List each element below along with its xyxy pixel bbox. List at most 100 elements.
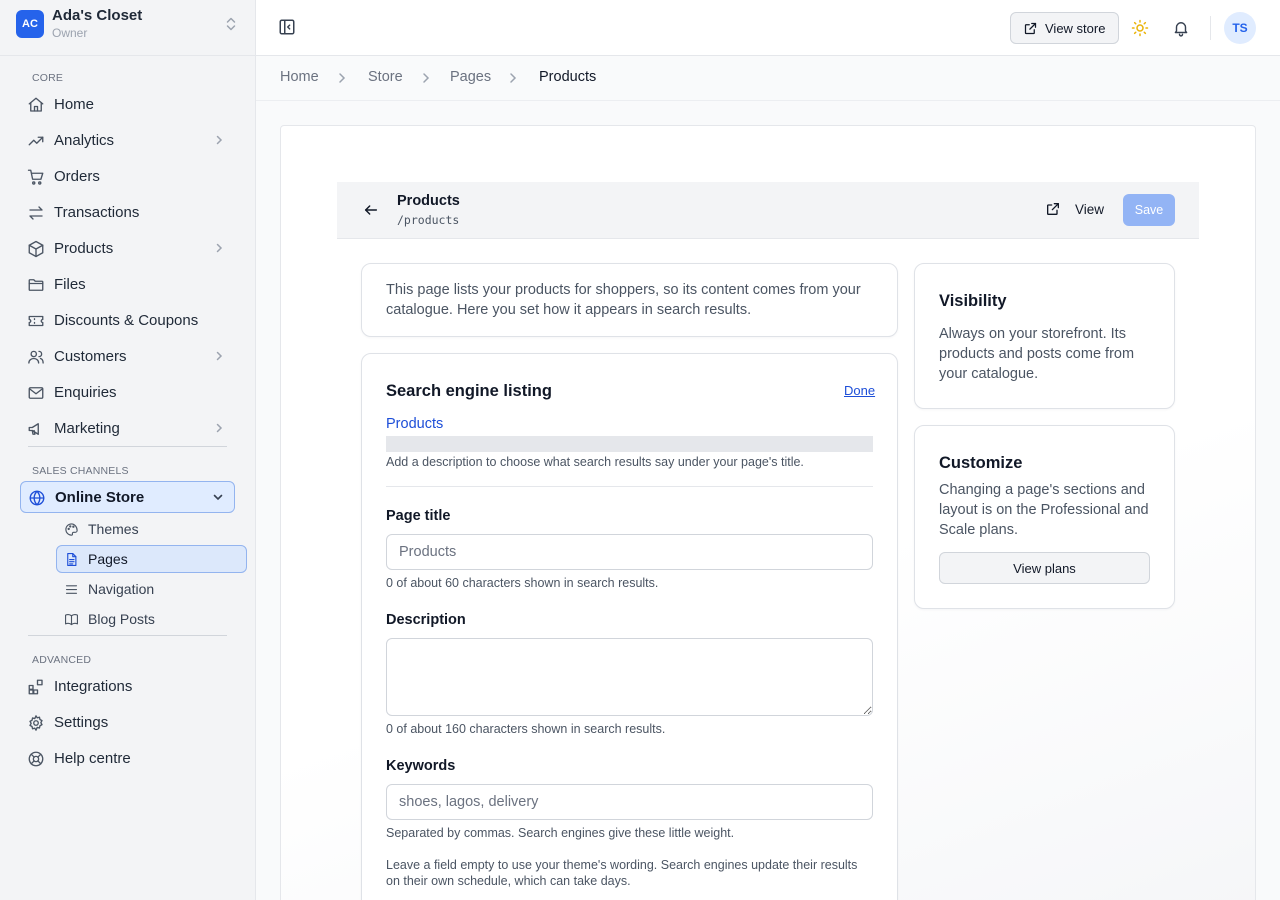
keywords-label: Keywords xyxy=(386,758,456,774)
trending-up-icon xyxy=(27,132,45,150)
breadcrumb-pages[interactable]: Pages xyxy=(450,69,491,85)
page-title-help: 0 of about 60 characters shown in search… xyxy=(386,576,659,590)
sidebar-item-files[interactable]: Files xyxy=(20,268,235,300)
page-header: Products /products View Save xyxy=(337,182,1199,239)
bell-icon[interactable] xyxy=(1172,19,1190,37)
view-plans-button[interactable]: View plans xyxy=(939,552,1150,584)
menu-lines-icon xyxy=(64,582,79,597)
folder-icon xyxy=(27,276,45,294)
sidebar-subitem-themes[interactable]: Themes xyxy=(56,515,247,543)
section-label-sales-channels: SALES CHANNELS xyxy=(32,465,129,477)
sidebar-item-discounts[interactable]: Discounts & Coupons xyxy=(20,304,235,336)
home-icon xyxy=(27,96,45,114)
chevron-right-icon xyxy=(508,72,518,84)
store-logo: AC xyxy=(16,10,44,38)
page-title: Products xyxy=(397,193,460,209)
sidebar-item-customers[interactable]: Customers xyxy=(20,340,235,372)
page-slug: /products xyxy=(397,213,460,227)
sidebar-subitem-navigation[interactable]: Navigation xyxy=(56,575,247,603)
sidebar-item-analytics[interactable]: Analytics xyxy=(20,124,235,156)
sun-icon[interactable] xyxy=(1131,19,1149,37)
chevron-right-icon xyxy=(213,134,225,146)
info-text: This page lists your products for shoppe… xyxy=(386,282,861,318)
blocks-icon xyxy=(27,678,45,696)
sidebar-subitem-blog-posts[interactable]: Blog Posts xyxy=(56,605,247,633)
view-store-button[interactable]: View store xyxy=(1010,12,1119,44)
sidebar-item-label: Products xyxy=(54,239,114,257)
seo-footer-note: Leave a field empty to use your theme's … xyxy=(386,858,858,888)
topbar: View store TS xyxy=(256,0,1280,56)
sidebar-item-products[interactable]: Products xyxy=(20,232,235,264)
description-textarea[interactable] xyxy=(386,638,873,716)
sidebar-item-home[interactable]: Home xyxy=(20,88,235,120)
chevron-right-icon xyxy=(213,242,225,254)
sidebar-subitem-label: Blog Posts xyxy=(88,611,155,627)
chevron-right-icon xyxy=(213,350,225,362)
megaphone-icon xyxy=(27,420,45,438)
done-link[interactable]: Done xyxy=(844,383,875,398)
sidebar-divider xyxy=(28,446,227,447)
box-icon xyxy=(27,240,45,258)
book-icon xyxy=(64,612,79,627)
customize-title: Customize xyxy=(939,454,1023,472)
search-preview-url-placeholder xyxy=(386,436,873,452)
cart-icon xyxy=(27,168,45,186)
sidebar-toggle-icon[interactable] xyxy=(278,18,296,36)
gear-icon xyxy=(27,714,45,732)
palette-icon xyxy=(64,522,79,537)
sidebar-item-label: Marketing xyxy=(54,419,120,437)
sidebar-item-label: Help centre xyxy=(54,749,131,767)
breadcrumb-home[interactable]: Home xyxy=(280,69,319,85)
sidebar-item-label: Orders xyxy=(54,167,100,185)
sidebar-subitem-label: Navigation xyxy=(88,581,155,597)
ticket-icon xyxy=(27,312,45,330)
avatar[interactable]: TS xyxy=(1224,12,1256,44)
page-title-label: Page title xyxy=(386,508,451,524)
description-help: 0 of about 160 characters shown in searc… xyxy=(386,722,666,736)
store-name: Ada's Closet xyxy=(52,7,143,24)
sidebar-item-orders[interactable]: Orders xyxy=(20,160,235,192)
customize-text: Changing a page's sections and layout is… xyxy=(939,482,1149,538)
keywords-input[interactable] xyxy=(386,784,873,820)
seo-card-title: Search engine listing xyxy=(386,382,552,400)
sidebar-item-label: Enquiries xyxy=(54,383,117,401)
chevron-up-down-icon xyxy=(224,16,238,32)
chevron-right-icon xyxy=(337,72,347,84)
globe-icon xyxy=(28,489,46,507)
breadcrumb-store[interactable]: Store xyxy=(368,69,403,85)
keywords-help: Separated by commas. Search engines give… xyxy=(386,826,735,840)
search-engine-listing-card: Search engine listing Done Products Add … xyxy=(361,353,898,900)
arrow-left-icon[interactable] xyxy=(363,202,379,218)
visibility-text: Always on your storefront. Its products … xyxy=(939,326,1135,382)
page-title-input[interactable] xyxy=(386,534,873,570)
sidebar-item-label: Online Store xyxy=(55,488,145,506)
sidebar-item-marketing[interactable]: Marketing xyxy=(20,412,235,444)
sidebar-item-label: Discounts & Coupons xyxy=(54,311,199,329)
breadcrumb: Home Store Pages Products xyxy=(256,56,1280,101)
sidebar-item-label: Settings xyxy=(54,713,109,731)
sidebar-item-help-centre[interactable]: Help centre xyxy=(20,742,235,774)
sidebar-subitem-pages[interactable]: Pages xyxy=(56,545,247,573)
sidebar-item-integrations[interactable]: Integrations xyxy=(20,670,235,702)
sidebar-item-transactions[interactable]: Transactions xyxy=(20,196,235,228)
lifebuoy-icon xyxy=(27,750,45,768)
visibility-title: Visibility xyxy=(939,292,1007,310)
sidebar-item-online-store[interactable]: Online Store xyxy=(20,481,235,513)
search-preview-title: Products xyxy=(386,416,444,432)
sidebar-divider xyxy=(28,635,227,636)
info-card: This page lists your products for shoppe… xyxy=(361,263,898,337)
view-page-button[interactable]: View xyxy=(1045,201,1104,217)
sidebar-item-label: Home xyxy=(54,95,95,113)
sidebar-item-settings[interactable]: Settings xyxy=(20,706,235,738)
sidebar-item-label: Analytics xyxy=(54,131,115,149)
section-label-core: CORE xyxy=(32,72,64,84)
store-switcher[interactable]: AC Ada's Closet Owner xyxy=(0,0,255,56)
sidebar-item-label: Transactions xyxy=(54,203,140,221)
mail-icon xyxy=(27,384,45,402)
save-button[interactable]: Save xyxy=(1123,194,1175,226)
sidebar-item-enquiries[interactable]: Enquiries xyxy=(20,376,235,408)
document-icon xyxy=(64,552,79,567)
store-role: Owner xyxy=(52,26,88,40)
chevron-right-icon xyxy=(213,422,225,434)
chevron-right-icon xyxy=(421,72,431,84)
